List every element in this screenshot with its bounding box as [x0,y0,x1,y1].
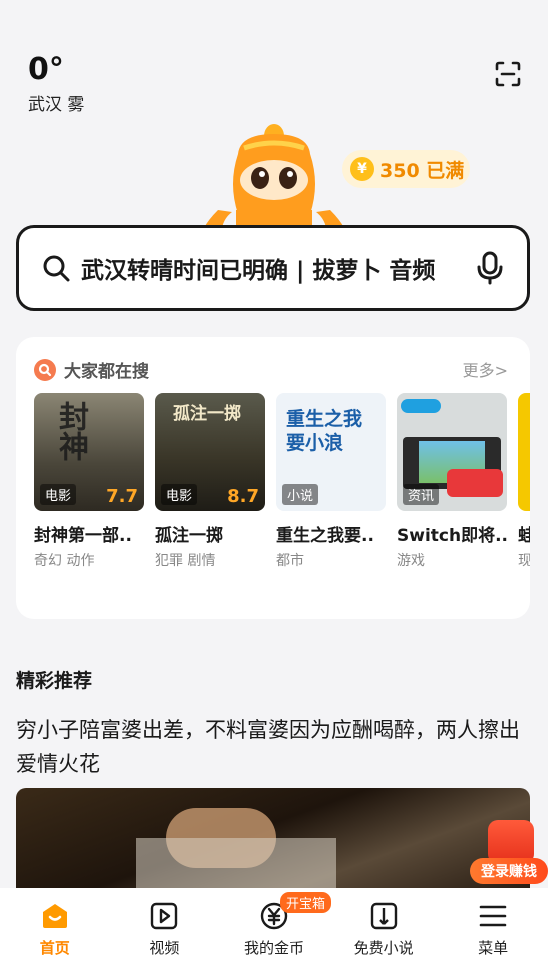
poster-tag: 资讯 [403,484,440,505]
mascot-image[interactable] [198,124,350,228]
yen-coin-icon: ¥ [350,157,374,181]
item-genre: 游戏 [397,553,425,569]
nav-video[interactable]: 视频 [114,900,214,958]
hot-item[interactable]: 蛙 现 [518,393,530,570]
bottom-nav: 首页 视频 开宝箱 我的金币 免费小说 菜单 [0,888,548,962]
nav-label: 我的金币 [243,939,304,957]
poster-tag: 小说 [282,484,319,505]
joycon-right [447,469,503,497]
coin-balance-pill[interactable]: ¥ 350 已满 [342,150,470,188]
hot-item[interactable]: 封神 电影 7.7 封神第一部.. 奇幻 动作 [34,393,144,570]
poster-tag: 电影 [161,484,198,505]
nav-label: 免费小说 [353,939,414,957]
article-thumbnail[interactable] [16,788,530,888]
hot-search-icon [34,358,56,381]
section-title: 精彩推荐 [16,670,93,692]
city-weather: 武汉 雾 [28,95,85,115]
joycon-left [401,399,441,413]
thumbnail-figure [136,838,336,888]
nav-home[interactable]: 首页 [5,900,105,958]
poster-score: 8.7 [227,486,259,507]
nav-coins[interactable]: 开宝箱 我的金币 [224,892,331,958]
nav-label: 视频 [149,939,180,957]
weather-widget[interactable]: 0° 武汉 雾 [28,52,84,115]
poster-image: 重生之我要小浪 小说 [276,393,386,511]
microphone-icon[interactable] [475,251,505,285]
item-name: Switch即将.. [397,526,507,546]
home-icon [42,904,67,928]
poster-row: 封神 电影 7.7 封神第一部.. 奇幻 动作 孤注一掷 电影 8.7 孤注一掷… [34,393,530,570]
poster-title-art: 封神 [53,401,88,461]
nav-novels[interactable]: 免费小说 [334,900,434,958]
poster-score: 7.7 [106,486,138,507]
item-genre: 犯罪 剧情 [155,553,216,569]
scan-icon[interactable] [494,60,522,88]
hot-item[interactable]: 孤注一掷 电影 8.7 孤注一掷 犯罪 剧情 [155,393,265,570]
book-icon [370,902,397,930]
item-name: 重生之我要.. [276,526,374,546]
item-genre: 奇幻 动作 [34,553,95,569]
item-name: 封神第一部.. [34,526,132,546]
hot-search-title: 大家都在搜 [64,362,149,382]
hot-item[interactable]: 资讯 Switch即将.. 游戏 [397,393,507,570]
item-name: 蛙 [518,526,530,546]
login-earn-button[interactable]: 登录赚钱 [470,820,548,886]
item-name: 孤注一掷 [155,526,223,546]
hot-item[interactable]: 重生之我要小浪 小说 重生之我要.. 都市 [276,393,386,570]
search-icon [43,255,70,282]
video-icon [151,902,178,930]
login-earn-label: 登录赚钱 [470,858,548,884]
item-genre: 现 [518,553,530,569]
coin-balance-text: 350 已满 [380,159,465,182]
hot-search-card: 大家都在搜 更多> 封神 电影 7.7 封神第一部.. 奇幻 动作 孤注一掷 电… [16,337,530,619]
nav-menu[interactable]: 菜单 [443,900,543,958]
menu-icon [479,905,507,927]
more-link[interactable]: 更多> [463,357,508,381]
poster-image: 孤注一掷 电影 8.7 [155,393,265,511]
poster-image: 资讯 [397,393,507,511]
poster-tag: 电影 [40,484,77,505]
nav-label: 菜单 [478,939,509,957]
poster-image [518,393,530,511]
poster-image: 封神 电影 7.7 [34,393,144,511]
poster-title-art: 孤注一掷 [173,404,241,424]
article-title[interactable]: 穷小子陪富婆出差，不料富婆因为应酬喝醉，两人擦出爱情火花 [16,713,530,781]
temperature: 0° [28,52,64,87]
hot-search-header: 大家都在搜 [34,357,149,382]
item-genre: 都市 [276,553,304,569]
nav-label: 首页 [39,939,70,957]
poster-title-art: 重生之我要小浪 [286,408,363,454]
search-input[interactable]: 武汉转晴时间已明确 | 拔萝卜 音频 [81,251,451,285]
search-bar[interactable]: 武汉转晴时间已明确 | 拔萝卜 音频 [16,225,530,311]
treasure-box-badge: 开宝箱 [279,892,331,913]
